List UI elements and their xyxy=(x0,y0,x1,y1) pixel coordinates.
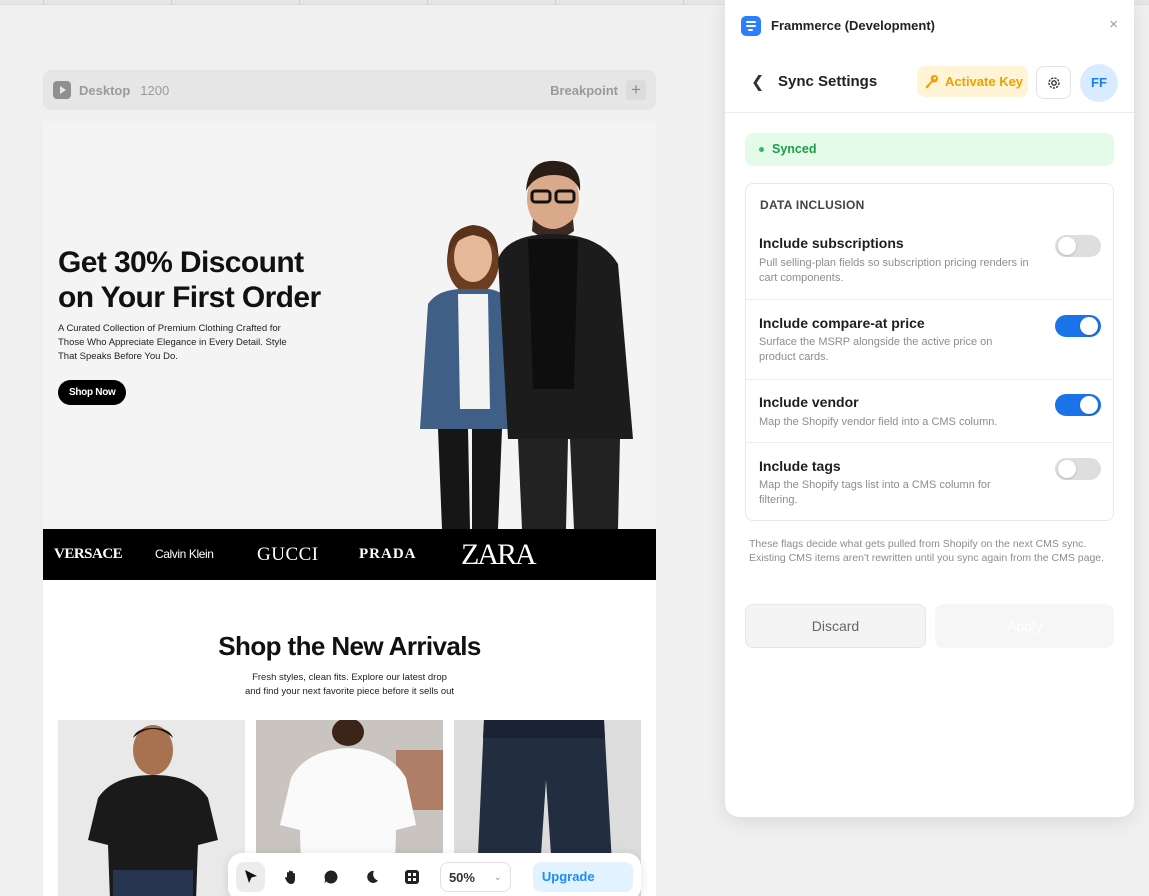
canvas-frame: Get 30% Discount on Your First Order A C… xyxy=(43,121,656,896)
option-row-compare-at-price: Include compare-at price Surface the MSR… xyxy=(746,299,1113,379)
device-width: 1200 xyxy=(140,82,170,98)
hero-section: Get 30% Discount on Your First Order A C… xyxy=(43,121,656,529)
back-chevron-icon[interactable]: ❮ xyxy=(751,72,764,92)
brand-prada: PRADA xyxy=(359,546,417,562)
panel-nav: ❮ Sync Settings Activate Key FF xyxy=(725,52,1134,113)
moon-icon[interactable] xyxy=(357,862,386,892)
plugin-grid-icon[interactable] xyxy=(398,862,427,892)
breakpoint-label: Breakpoint xyxy=(550,82,618,98)
avatar[interactable]: FF xyxy=(1080,64,1118,102)
bottom-toolbar: 50% ⌄ Upgrade Now xyxy=(228,853,641,896)
device-label[interactable]: Desktop xyxy=(79,83,130,98)
section-title: DATA INCLUSION xyxy=(760,198,865,212)
option-row-tags: Include tags Map the Shopify tags list i… xyxy=(746,442,1113,520)
option-description: Surface the MSRP alongside the active pr… xyxy=(759,336,993,363)
hero-subtitle: A Curated Collection of Premium Clothing… xyxy=(58,323,287,362)
settings-gear-icon[interactable] xyxy=(1036,66,1071,99)
toggle-subscriptions[interactable] xyxy=(1055,235,1101,257)
option-row-subscriptions: Include subscriptions Pull selling-plan … xyxy=(746,224,1113,299)
sync-note: These flags decide what gets pulled from… xyxy=(749,538,1105,564)
data-inclusion-section: DATA INCLUSION Include subscriptions Pul… xyxy=(745,183,1114,521)
arrivals-title: Shop the New Arrivals xyxy=(218,631,481,661)
key-icon xyxy=(925,74,939,89)
select-arrow-icon[interactable] xyxy=(236,862,266,892)
upgrade-now-button[interactable]: Upgrade Now xyxy=(532,862,633,892)
option-description: Pull selling-plan fields so subscription… xyxy=(759,257,1029,284)
plugin-panel: Frammerce (Development) × ❮ Sync Setting… xyxy=(725,0,1134,817)
option-description: Map the Shopify vendor field into a CMS … xyxy=(759,416,998,428)
status-badge: Synced xyxy=(745,133,1114,166)
option-label: Include tags xyxy=(759,458,841,474)
brand-zara: ZARA xyxy=(461,538,537,571)
breakpoint-bar: Desktop 1200 Breakpoint + xyxy=(43,70,656,110)
close-icon[interactable]: × xyxy=(1109,16,1118,33)
desktop-play-icon[interactable] xyxy=(53,81,71,99)
option-label: Include vendor xyxy=(759,394,859,410)
activate-key-button[interactable]: Activate Key xyxy=(917,66,1028,97)
brand-gucci: GUCCI xyxy=(257,544,319,565)
brand-strip: VERSACE Calvin Klein GUCCI PRADA ZARA xyxy=(43,529,656,580)
option-label: Include subscriptions xyxy=(759,235,904,251)
option-row-vendor: Include vendor Map the Shopify vendor fi… xyxy=(746,379,1113,442)
shop-now-button[interactable]: Shop Now xyxy=(58,380,127,405)
brand-versace: VERSACE xyxy=(54,546,123,562)
hero-couple-image xyxy=(420,160,633,529)
comment-icon[interactable] xyxy=(317,862,346,892)
arrivals-subtitle: Fresh styles, clean fits. Explore our la… xyxy=(244,672,455,697)
product-card-hoodie[interactable] xyxy=(58,720,245,896)
zoom-select[interactable]: 50% ⌄ xyxy=(439,862,511,892)
add-breakpoint-plus-icon[interactable]: + xyxy=(626,80,646,100)
brand-calvin-klein: Calvin Klein xyxy=(155,547,214,561)
toggle-vendor[interactable] xyxy=(1055,394,1101,416)
hero-title: Get 30% Discount on Your First Order xyxy=(58,246,321,314)
app-title: Frammerce (Development) xyxy=(771,18,935,33)
apply-button[interactable]: Apply xyxy=(935,604,1114,648)
hand-icon[interactable] xyxy=(276,862,305,892)
app-logo-icon xyxy=(741,16,761,36)
discard-button[interactable]: Discard xyxy=(745,604,926,648)
zoom-value: 50% xyxy=(448,869,475,885)
option-description: Map the Shopify tags list into a CMS col… xyxy=(759,479,991,506)
chevron-down-icon: ⌄ xyxy=(493,871,502,883)
page-title: Sync Settings xyxy=(778,73,878,90)
panel-header: Frammerce (Development) × xyxy=(725,0,1134,52)
toggle-tags[interactable] xyxy=(1055,458,1101,480)
toggle-compare-at-price[interactable] xyxy=(1055,315,1101,337)
status-dot-icon xyxy=(759,147,764,152)
option-label: Include compare-at price xyxy=(759,315,925,331)
